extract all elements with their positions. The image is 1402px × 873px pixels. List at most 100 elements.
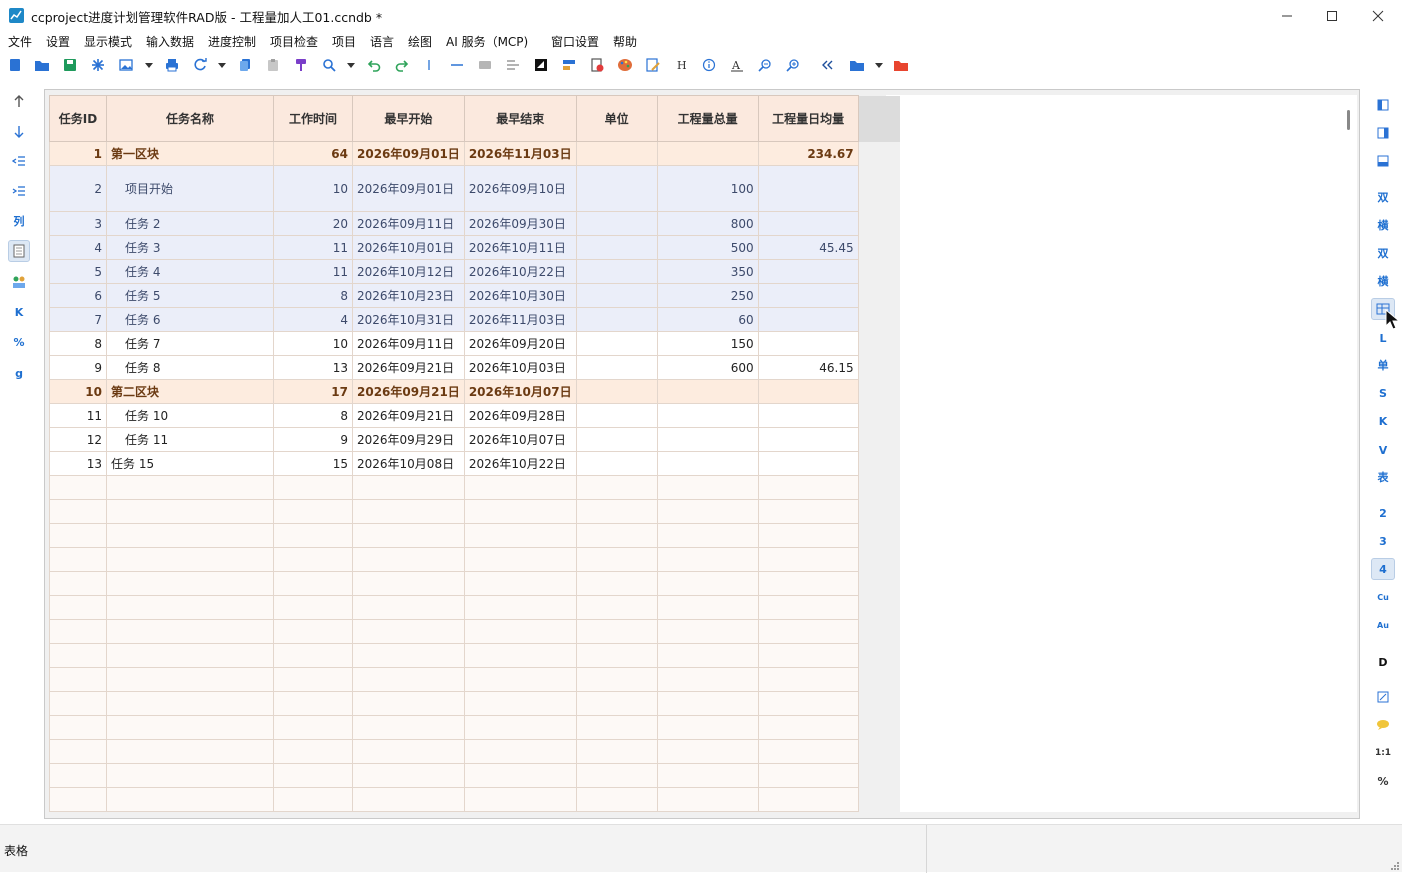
cell-unit[interactable] [575,235,658,260]
menu-display-mode[interactable]: 显示模式 [84,33,132,50]
percent-button[interactable]: % [8,331,30,353]
empty-row[interactable] [49,667,901,692]
cell-early-start[interactable]: 2026年09月21日 [352,403,465,428]
empty-cell[interactable] [575,547,658,572]
empty-cell[interactable] [352,691,465,716]
empty-cell[interactable] [463,715,577,740]
menu-project[interactable]: 项目 [332,33,356,50]
palette-icon[interactable] [616,56,634,74]
cell-name[interactable]: 任务 5 [106,283,274,308]
cell-name[interactable]: 任务 8 [106,355,274,380]
empty-cell[interactable] [757,595,859,620]
empty-cell[interactable] [352,475,465,500]
cell-unit[interactable] [575,331,658,356]
empty-cell[interactable] [656,571,759,596]
layout-icon[interactable] [560,56,578,74]
menu-window-settings[interactable]: 窗口设置 [551,33,599,50]
cell-early-start[interactable]: 2026年10月08日 [352,451,465,476]
cell-duration[interactable]: 4 [273,307,353,332]
empty-cell[interactable] [352,571,465,596]
empty-row[interactable] [49,739,901,764]
empty-cell[interactable] [352,787,465,812]
empty-cell[interactable] [49,547,107,572]
empty-cell[interactable] [575,595,658,620]
empty-cell[interactable] [49,595,107,620]
empty-cell[interactable] [352,667,465,692]
cell-name[interactable]: 任务 10 [106,403,274,428]
text-style-icon[interactable]: A [728,56,746,74]
redo-icon[interactable] [393,56,411,74]
cell-early-finish[interactable]: 2026年11月03日 [463,141,577,166]
cell-early-finish[interactable]: 2026年09月20日 [463,331,577,356]
heading-icon[interactable]: H [672,56,690,74]
empty-cell[interactable] [656,643,759,668]
empty-cell[interactable] [49,787,107,812]
empty-row[interactable] [49,523,901,548]
empty-cell[interactable] [757,571,859,596]
empty-cell[interactable] [656,595,759,620]
table-row[interactable]: 7 任务 6 4 2026年10月31日 2026年11月03日 60 [49,307,901,332]
empty-cell[interactable] [352,499,465,524]
cell-total-quantity[interactable] [656,451,759,476]
empty-cell[interactable] [575,715,658,740]
biao-button[interactable]: 表 [1371,466,1395,488]
cell-unit[interactable] [575,141,658,166]
table-row[interactable]: 2 项目开始 10 2026年09月01日 2026年09月10日 100 [49,165,901,212]
format-painter-icon[interactable] [292,56,310,74]
empty-cell[interactable] [575,643,658,668]
resources-icon[interactable] [8,271,30,293]
empty-cell[interactable] [575,763,658,788]
empty-cell[interactable] [575,787,658,812]
empty-cell[interactable] [757,763,859,788]
cell-duration[interactable]: 8 [273,283,353,308]
panel-bottom-icon[interactable] [1371,150,1395,172]
empty-cell[interactable] [273,475,353,500]
au-button[interactable]: Au [1371,614,1395,636]
table-row[interactable]: 13 任务 15 15 2026年10月08日 2026年10月22日 [49,451,901,476]
empty-cell[interactable] [352,619,465,644]
cell-early-finish[interactable]: 2026年10月11日 [463,235,577,260]
cell-daily-quantity[interactable] [757,307,859,332]
menu-input-data[interactable]: 输入数据 [146,33,194,50]
cell-unit[interactable] [575,451,658,476]
empty-cell[interactable] [575,667,658,692]
empty-cell[interactable] [656,667,759,692]
empty-cell[interactable] [463,571,577,596]
empty-cell[interactable] [273,595,353,620]
cell-duration[interactable]: 17 [273,379,353,404]
empty-row[interactable] [49,691,901,716]
empty-cell[interactable] [49,571,107,596]
empty-cell[interactable] [273,763,353,788]
empty-cell[interactable] [757,475,859,500]
cell-unit[interactable] [575,211,658,236]
table-row[interactable]: 8 任务 7 10 2026年09月11日 2026年09月20日 150 [49,331,901,356]
arrange-icon[interactable] [504,56,522,74]
cell-unit[interactable] [575,165,658,212]
zoom-in-icon[interactable] [784,56,802,74]
move-up-icon[interactable] [8,90,30,112]
empty-cell[interactable] [49,523,107,548]
empty-cell[interactable] [49,619,107,644]
empty-cell[interactable] [273,691,353,716]
cell-name[interactable]: 任务 2 [106,211,274,236]
empty-cell[interactable] [273,547,353,572]
empty-cell[interactable] [106,523,274,548]
cell-id[interactable]: 5 [49,259,107,284]
menu-ai-service[interactable]: AI 服务（MCP) [446,33,528,50]
empty-cell[interactable] [575,739,658,764]
cell-total-quantity[interactable] [656,403,759,428]
cell-unit[interactable] [575,379,658,404]
empty-cell[interactable] [575,619,658,644]
empty-cell[interactable] [463,523,577,548]
cell-early-start[interactable]: 2026年10月23日 [352,283,465,308]
empty-cell[interactable] [106,595,274,620]
cell-duration[interactable]: 64 [273,141,353,166]
table-row[interactable]: 12 任务 11 9 2026年09月29日 2026年10月07日 [49,427,901,452]
cell-early-finish[interactable]: 2026年10月03日 [463,355,577,380]
ratio-button[interactable]: 1:1 [1371,742,1395,764]
empty-cell[interactable] [575,499,658,524]
column-header-unit[interactable]: 单位 [575,95,658,142]
empty-cell[interactable] [463,547,577,572]
cell-early-start[interactable]: 2026年09月29日 [352,427,465,452]
empty-cell[interactable] [49,475,107,500]
